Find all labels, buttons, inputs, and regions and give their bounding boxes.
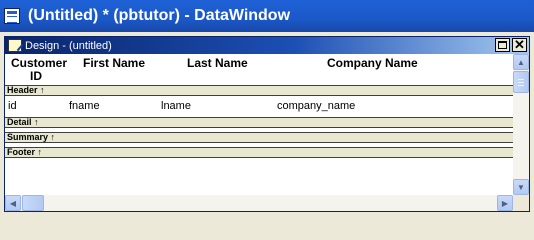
summary-band-label: Summary ↑ [7, 132, 56, 142]
datawindow-app-icon [4, 8, 20, 24]
design-child-window: Design - (untitled) ✕ Customer ID First … [4, 36, 530, 212]
close-icon: ✕ [514, 37, 525, 52]
restore-icon [498, 41, 507, 49]
close-button[interactable]: ✕ [512, 38, 527, 52]
horizontal-scroll-thumb[interactable] [22, 195, 44, 211]
header-customer-id-line1[interactable]: Customer [11, 56, 67, 70]
scroll-up-button[interactable]: ▲ [513, 54, 529, 70]
child-window-title: Design - (untitled) [25, 39, 112, 52]
child-window-title-bar[interactable]: Design - (untitled) ✕ [5, 37, 529, 54]
arrow-down-icon: ▼ [517, 182, 525, 192]
scroll-left-button[interactable]: ◀ [5, 195, 21, 211]
header-company-name[interactable]: Company Name [327, 56, 418, 70]
datawindow-main-window: (Untitled) * (pbtutor) - DataWindow Desi… [0, 0, 534, 216]
scroll-right-button[interactable]: ▶ [497, 195, 513, 211]
header-customer-id-line2[interactable]: ID [30, 69, 42, 83]
header-band[interactable]: Header ↑ [5, 85, 513, 96]
design-canvas[interactable]: Customer ID First Name Last Name Company… [5, 54, 513, 195]
header-last-name[interactable]: Last Name [187, 56, 248, 70]
arrow-up-icon: ▲ [517, 57, 525, 67]
scroll-down-button[interactable]: ▼ [513, 179, 529, 195]
footer-band[interactable]: Footer ↑ [5, 147, 513, 158]
window-title: (Untitled) * (pbtutor) - DataWindow [28, 7, 291, 24]
detail-band[interactable]: Detail ↑ [5, 117, 513, 128]
scrollbar-corner [513, 195, 529, 211]
header-first-name[interactable]: First Name [83, 56, 145, 70]
footer-band-label: Footer ↑ [7, 147, 42, 157]
arrow-left-icon: ◀ [9, 198, 17, 208]
field-lname[interactable]: lname [161, 100, 191, 112]
horizontal-scrollbar[interactable]: ◀ ▶ [5, 195, 513, 211]
field-company-name[interactable]: company_name [277, 100, 355, 112]
restore-button[interactable] [495, 38, 510, 52]
detail-band-label: Detail ↑ [7, 117, 39, 127]
summary-band[interactable]: Summary ↑ [5, 132, 513, 143]
field-fname[interactable]: fname [69, 100, 100, 112]
header-band-label: Header ↑ [7, 85, 45, 95]
arrow-right-icon: ▶ [501, 198, 509, 208]
window-title-bar[interactable]: (Untitled) * (pbtutor) - DataWindow [0, 0, 534, 32]
field-id[interactable]: id [8, 100, 17, 112]
vertical-scroll-thumb[interactable] [513, 71, 529, 93]
vertical-scrollbar[interactable]: ▲ ▼ [513, 54, 529, 195]
design-doc-icon [8, 39, 22, 52]
